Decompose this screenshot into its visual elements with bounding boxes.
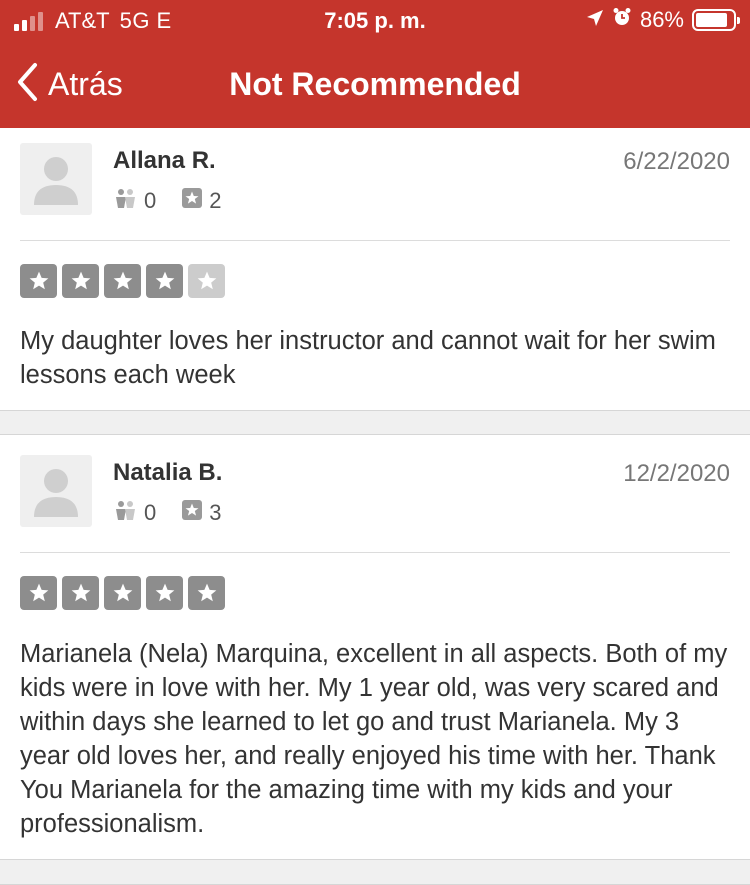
star-icon (62, 264, 99, 298)
star-rating (20, 576, 225, 610)
star-icon (104, 264, 141, 298)
top-bar: AT&T 5G E 7:05 p. m. 86% Atrás Not Recom… (0, 0, 750, 128)
star-icon (188, 576, 225, 610)
review-count-icon (182, 500, 203, 526)
reviewer-name[interactable]: Allana R. (113, 147, 216, 175)
review-text: Marianela (Nela) Marquina, excellent in … (20, 640, 728, 838)
battery-percent: 86% (639, 7, 684, 32)
review-count: 2 (209, 188, 222, 213)
review-count: 3 (209, 500, 222, 525)
review-card: Allana R. 6/22/2020 0 2 My daughter love… (0, 128, 750, 410)
section-separator (0, 859, 750, 885)
reviewer-name[interactable]: Natalia B. (113, 459, 222, 487)
battery-icon (692, 9, 740, 31)
divider (20, 240, 730, 241)
friends-count: 0 (144, 500, 157, 525)
review-text: My daughter loves her instructor and can… (20, 327, 716, 389)
divider (20, 552, 730, 553)
section-separator (0, 410, 750, 435)
review-count-icon (182, 188, 203, 214)
reviewer-stats: 0 3 (113, 500, 248, 526)
star-icon (62, 576, 99, 610)
alarm-clock-icon (612, 7, 632, 33)
status-bar: AT&T 5G E 7:05 p. m. 86% (0, 0, 750, 44)
location-arrow-icon (586, 7, 604, 33)
navigation-bar: Atrás Not Recommended (0, 56, 750, 116)
star-icon (20, 264, 57, 298)
review-card: Natalia B. 12/2/2020 0 3 Marianela (Nela… (0, 435, 750, 859)
friends-icon (113, 188, 137, 214)
star-rating (20, 264, 225, 298)
star-icon (20, 576, 57, 610)
star-icon (146, 264, 183, 298)
star-icon (188, 264, 225, 298)
friends-icon (113, 500, 137, 526)
page-title: Not Recommended (229, 66, 521, 102)
review-date: 6/22/2020 (623, 148, 730, 175)
avatar[interactable] (20, 455, 92, 527)
reviewer-stats: 0 2 (113, 188, 248, 214)
friends-count: 0 (144, 188, 157, 213)
review-date: 12/2/2020 (623, 460, 730, 487)
avatar[interactable] (20, 143, 92, 215)
star-icon (146, 576, 183, 610)
star-icon (104, 576, 141, 610)
